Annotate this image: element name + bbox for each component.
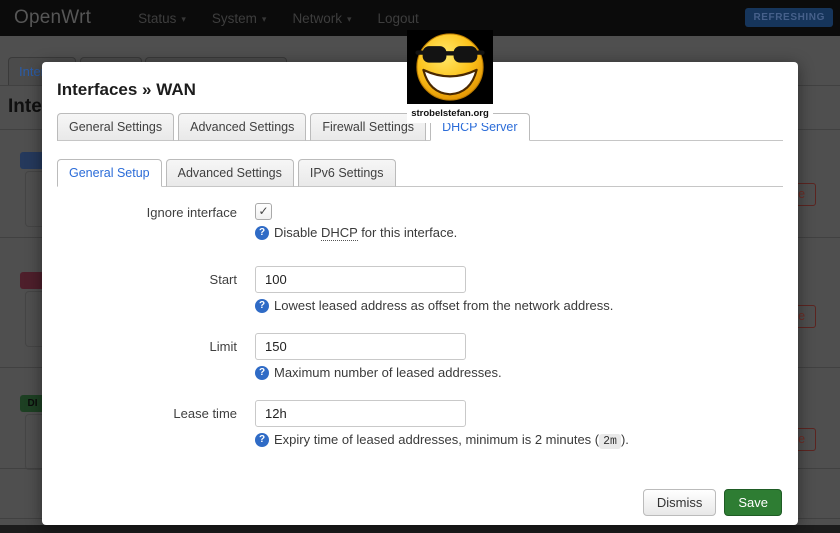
help-icon: ? bbox=[255, 299, 269, 313]
chevron-down-icon: ▾ bbox=[181, 14, 186, 25]
openwrt-brand: OpenWrt bbox=[14, 7, 91, 29]
dhcp-subtab-bar: General Setup Advanced Settings IPv6 Set… bbox=[57, 159, 783, 187]
watermark-sticker: strobelstefan.org bbox=[407, 30, 493, 123]
field-lease-time: Lease time ? Expiry time of leased addre… bbox=[57, 400, 798, 448]
field-ignore-interface: Ignore interface ✓ ? Disable DHCP for th… bbox=[57, 203, 798, 240]
lease-time-input[interactable] bbox=[255, 400, 466, 427]
screen: OpenWrt Status▾ System▾ Network▾ Logout … bbox=[0, 0, 840, 533]
help-icon: ? bbox=[255, 366, 269, 380]
field-label: Ignore interface bbox=[57, 203, 237, 220]
subtab-general-setup[interactable]: General Setup bbox=[57, 159, 162, 187]
nav-item-logout: Logout bbox=[364, 11, 431, 26]
nav-item-status: Status▾ bbox=[125, 11, 199, 26]
nav-item-network: Network▾ bbox=[279, 11, 364, 26]
dhcp-general-form: Ignore interface ✓ ? Disable DHCP for th… bbox=[57, 203, 798, 448]
field-help: ? Maximum number of leased addresses. bbox=[255, 365, 798, 380]
refreshing-badge: REFRESHING bbox=[745, 8, 833, 27]
field-label: Start bbox=[57, 266, 237, 293]
field-help: ? Lowest leased address as offset from t… bbox=[255, 298, 798, 313]
dismiss-button[interactable]: Dismiss bbox=[643, 489, 717, 516]
dhcp-abbr[interactable]: DHCP bbox=[321, 225, 358, 241]
field-help: ? Expiry time of leased addresses, minim… bbox=[255, 432, 798, 448]
chevron-down-icon: ▾ bbox=[262, 14, 267, 25]
checkmark-icon: ✓ bbox=[258, 204, 268, 218]
sticker-caption: strobelstefan.org bbox=[407, 104, 493, 123]
tab-advanced-settings[interactable]: Advanced Settings bbox=[178, 113, 306, 141]
field-label: Lease time bbox=[57, 400, 237, 427]
bottom-strip bbox=[0, 525, 840, 533]
subtab-ipv6-settings[interactable]: IPv6 Settings bbox=[298, 159, 396, 187]
limit-input[interactable] bbox=[255, 333, 466, 360]
chevron-down-icon: ▾ bbox=[347, 14, 352, 25]
code-chip: 2m bbox=[599, 434, 621, 449]
tab-general-settings[interactable]: General Settings bbox=[57, 113, 174, 141]
help-icon: ? bbox=[255, 226, 269, 240]
smiley-sunglasses-icon bbox=[414, 31, 486, 103]
nav-item-system: System▾ bbox=[199, 11, 280, 26]
save-button[interactable]: Save bbox=[724, 489, 782, 516]
start-input[interactable] bbox=[255, 266, 466, 293]
interfaces-wan-modal: Interfaces » WAN General Settings Advanc… bbox=[42, 62, 798, 525]
field-help: ? Disable DHCP for this interface. bbox=[255, 225, 798, 240]
ignore-interface-checkbox[interactable]: ✓ bbox=[255, 203, 272, 220]
field-limit: Limit ? Maximum number of leased address… bbox=[57, 333, 798, 380]
field-start: Start ? Lowest leased address as offset … bbox=[57, 266, 798, 313]
subtab-advanced-settings[interactable]: Advanced Settings bbox=[166, 159, 294, 187]
smiley-sunglasses-image bbox=[407, 30, 493, 104]
field-label: Limit bbox=[57, 333, 237, 360]
modal-actions: Dismiss Save bbox=[643, 489, 782, 516]
help-icon: ? bbox=[255, 433, 269, 447]
